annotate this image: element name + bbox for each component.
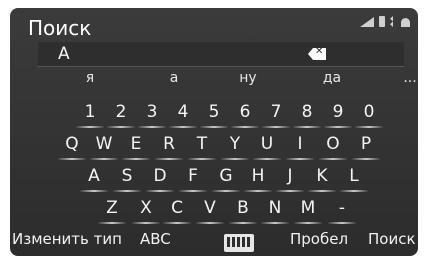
- key[interactable]: Q: [58, 132, 86, 160]
- key[interactable]: B: [229, 196, 257, 224]
- key[interactable]: 5: [200, 100, 228, 128]
- key[interactable]: S: [113, 164, 141, 192]
- key[interactable]: M: [294, 196, 322, 224]
- search-button[interactable]: Поиск: [368, 230, 416, 248]
- wifi-icon: [401, 18, 410, 27]
- suggestion-item[interactable]: а: [154, 70, 194, 86]
- key[interactable]: R: [155, 132, 183, 160]
- keyboard-row-asdf: A S D F G H J K L: [10, 164, 418, 192]
- key[interactable]: H: [244, 164, 272, 192]
- backspace-icon[interactable]: [308, 48, 326, 60]
- key[interactable]: X: [132, 196, 160, 224]
- key[interactable]: A: [80, 164, 108, 192]
- key[interactable]: G: [212, 164, 240, 192]
- abc-button[interactable]: ABC: [140, 230, 171, 248]
- keyboard-row-zxcv: Z X C V B N M -: [10, 196, 418, 224]
- suggestion-item[interactable]: я: [70, 70, 110, 86]
- key[interactable]: 8: [293, 100, 321, 128]
- key[interactable]: 7: [262, 100, 290, 128]
- key[interactable]: 3: [138, 100, 166, 128]
- search-input[interactable]: A: [38, 42, 404, 67]
- signal-icon: [360, 17, 374, 27]
- key[interactable]: 2: [107, 100, 135, 128]
- key[interactable]: C: [163, 196, 191, 224]
- key[interactable]: 0: [355, 100, 383, 128]
- search-input-value: A: [58, 44, 70, 64]
- key[interactable]: L: [340, 164, 368, 192]
- key[interactable]: -: [328, 196, 356, 224]
- key[interactable]: V: [196, 196, 224, 224]
- key[interactable]: U: [253, 132, 281, 160]
- keyboard-icon[interactable]: [224, 234, 254, 252]
- search-screen: Поиск A я а ну да ... 1 2 3 4 5 6 7 8 9 …: [10, 8, 418, 256]
- key[interactable]: 4: [169, 100, 197, 128]
- key[interactable]: F: [179, 164, 207, 192]
- key[interactable]: D: [146, 164, 174, 192]
- suggestion-item[interactable]: ну: [228, 70, 268, 86]
- key[interactable]: T: [188, 132, 216, 160]
- battery-icon: [379, 16, 385, 27]
- key[interactable]: O: [319, 132, 347, 160]
- key[interactable]: W: [90, 132, 118, 160]
- suggestion-item[interactable]: да: [312, 70, 352, 86]
- key[interactable]: 9: [324, 100, 352, 128]
- key[interactable]: I: [286, 132, 314, 160]
- key[interactable]: Z: [98, 196, 126, 224]
- key[interactable]: 6: [231, 100, 259, 128]
- space-button[interactable]: Пробел: [290, 230, 348, 248]
- keyboard-row-numbers: 1 2 3 4 5 6 7 8 9 0: [10, 100, 418, 128]
- page-title: Поиск: [28, 16, 92, 40]
- key[interactable]: J: [276, 164, 304, 192]
- bluetooth-icon: [390, 16, 393, 27]
- suggestion-bar: я а ну да ...: [58, 70, 417, 90]
- key[interactable]: 1: [76, 100, 104, 128]
- keyboard-row-qwerty: Q W E R T Y U I O P: [10, 132, 418, 160]
- key[interactable]: P: [352, 132, 380, 160]
- suggestion-more[interactable]: ...: [390, 70, 418, 86]
- key[interactable]: E: [122, 132, 150, 160]
- change-type-button[interactable]: Изменить тип: [12, 230, 122, 248]
- bottom-toolbar: Изменить тип ABC Пробел Поиск: [10, 230, 418, 256]
- key[interactable]: Y: [221, 132, 249, 160]
- status-bar: [360, 16, 410, 27]
- key[interactable]: N: [261, 196, 289, 224]
- key[interactable]: K: [308, 164, 336, 192]
